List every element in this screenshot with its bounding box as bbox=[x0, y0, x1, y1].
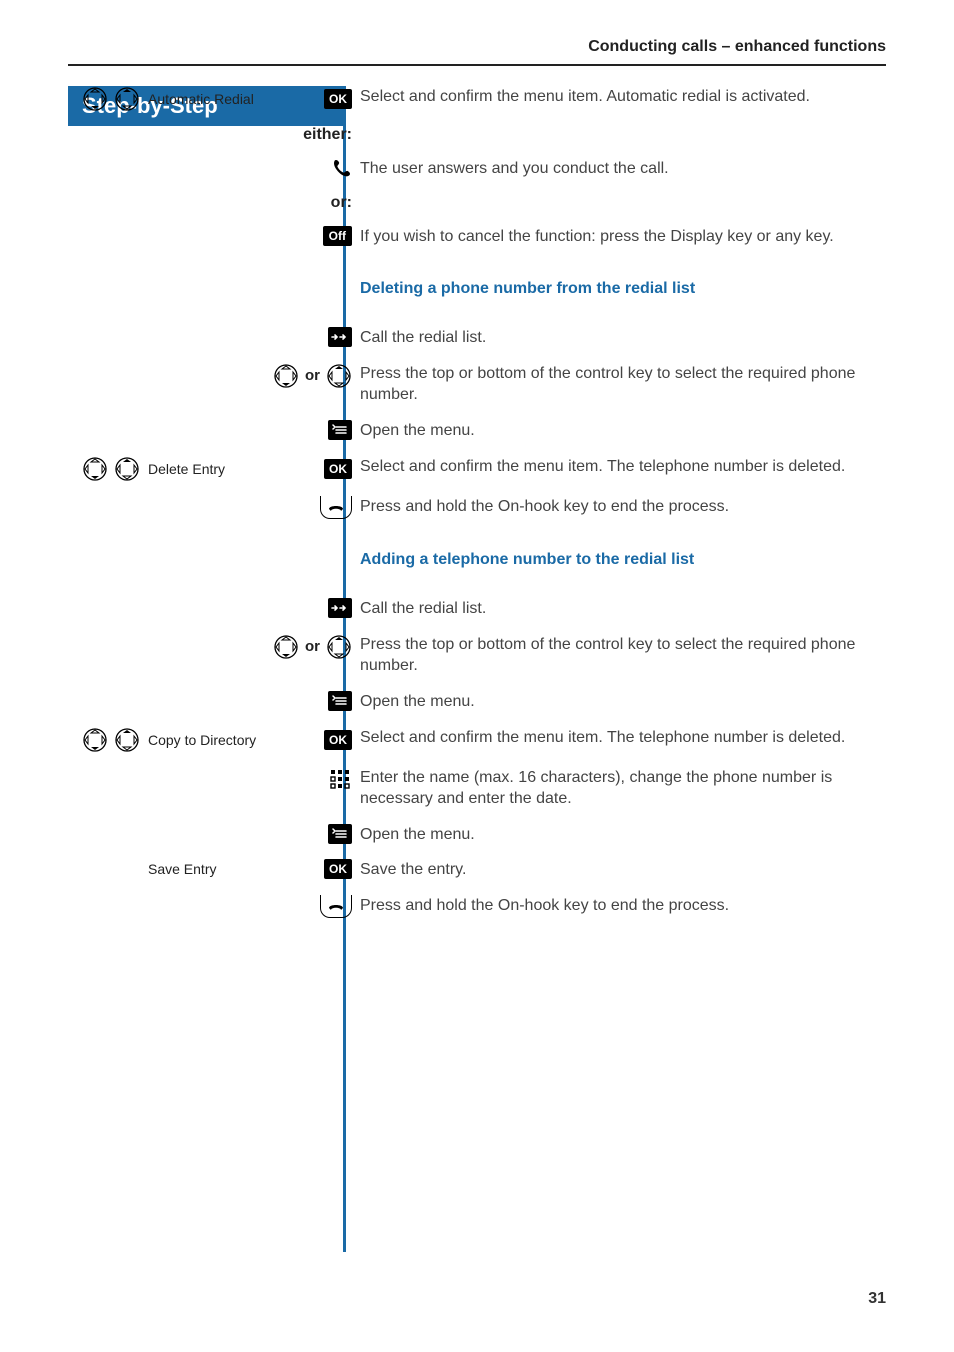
step-description: Open the menu. bbox=[360, 691, 886, 713]
step-description: Select and confirm the menu item. The te… bbox=[360, 727, 886, 749]
redial-key-icon[interactable] bbox=[328, 598, 352, 618]
step-description: Select and confirm the menu item. The te… bbox=[360, 456, 886, 478]
menu-key-icon[interactable] bbox=[328, 824, 352, 844]
step-description: Open the menu. bbox=[360, 420, 886, 442]
step-description: Select and confirm the menu item. Automa… bbox=[360, 86, 886, 108]
step-description: Open the menu. bbox=[360, 824, 886, 846]
control-key-down-icon bbox=[82, 727, 108, 753]
step-description: Save the entry. bbox=[360, 859, 886, 881]
running-header: Conducting calls – enhanced functions bbox=[68, 38, 886, 66]
control-key-up-icon bbox=[326, 634, 352, 660]
page-number: 31 bbox=[868, 1290, 886, 1308]
control-key-up-icon bbox=[114, 727, 140, 753]
step-description: Press and hold the On-hook key to end th… bbox=[360, 496, 886, 518]
control-key-up-icon bbox=[114, 456, 140, 482]
step-description: Press the top or bottom of the control k… bbox=[360, 634, 886, 677]
control-key-up-icon bbox=[326, 363, 352, 389]
ok-button[interactable]: OK bbox=[324, 459, 352, 479]
step-description: Call the redial list. bbox=[360, 598, 886, 620]
menu-item-copy-directory: Copy to Directory bbox=[146, 732, 318, 748]
menu-item-automatic-redial: Automatic Redial bbox=[146, 91, 318, 107]
step-description: The user answers and you conduct the cal… bbox=[360, 158, 886, 180]
main-column: Automatic Redial OK Select and confirm t… bbox=[346, 86, 886, 932]
handset-icon bbox=[330, 158, 352, 180]
subheading-adding: Adding a telephone number to the redial … bbox=[360, 549, 886, 571]
step-description: Press and hold the On-hook key to end th… bbox=[360, 895, 886, 917]
keypad-icon bbox=[328, 767, 352, 791]
or-small-label: or bbox=[305, 638, 320, 655]
subheading-deleting: Deleting a phone number from the redial … bbox=[360, 278, 886, 300]
step-description: Enter the name (max. 16 characters), cha… bbox=[360, 767, 886, 810]
step-description: Press the top or bottom of the control k… bbox=[360, 363, 886, 406]
menu-key-icon[interactable] bbox=[328, 691, 352, 711]
or-label: or: bbox=[331, 194, 352, 212]
either-label: either: bbox=[303, 126, 352, 144]
control-key-down-icon bbox=[273, 363, 299, 389]
ok-button[interactable]: OK bbox=[324, 859, 352, 879]
on-hook-key-icon[interactable] bbox=[320, 895, 352, 918]
redial-key-icon[interactable] bbox=[328, 327, 352, 347]
control-key-up-icon bbox=[114, 86, 140, 112]
ok-button[interactable]: OK bbox=[324, 89, 352, 109]
control-key-down-icon bbox=[273, 634, 299, 660]
or-small-label: or bbox=[305, 367, 320, 384]
step-description: If you wish to cancel the function: pres… bbox=[360, 226, 886, 248]
menu-item-delete-entry: Delete Entry bbox=[146, 461, 318, 477]
step-description: Call the redial list. bbox=[360, 327, 886, 349]
ok-button[interactable]: OK bbox=[324, 730, 352, 750]
control-key-down-icon bbox=[82, 456, 108, 482]
menu-item-save-entry: Save Entry bbox=[146, 861, 318, 877]
menu-key-icon[interactable] bbox=[328, 420, 352, 440]
on-hook-key-icon[interactable] bbox=[320, 496, 352, 519]
control-key-down-icon bbox=[82, 86, 108, 112]
off-button[interactable]: Off bbox=[323, 226, 352, 246]
